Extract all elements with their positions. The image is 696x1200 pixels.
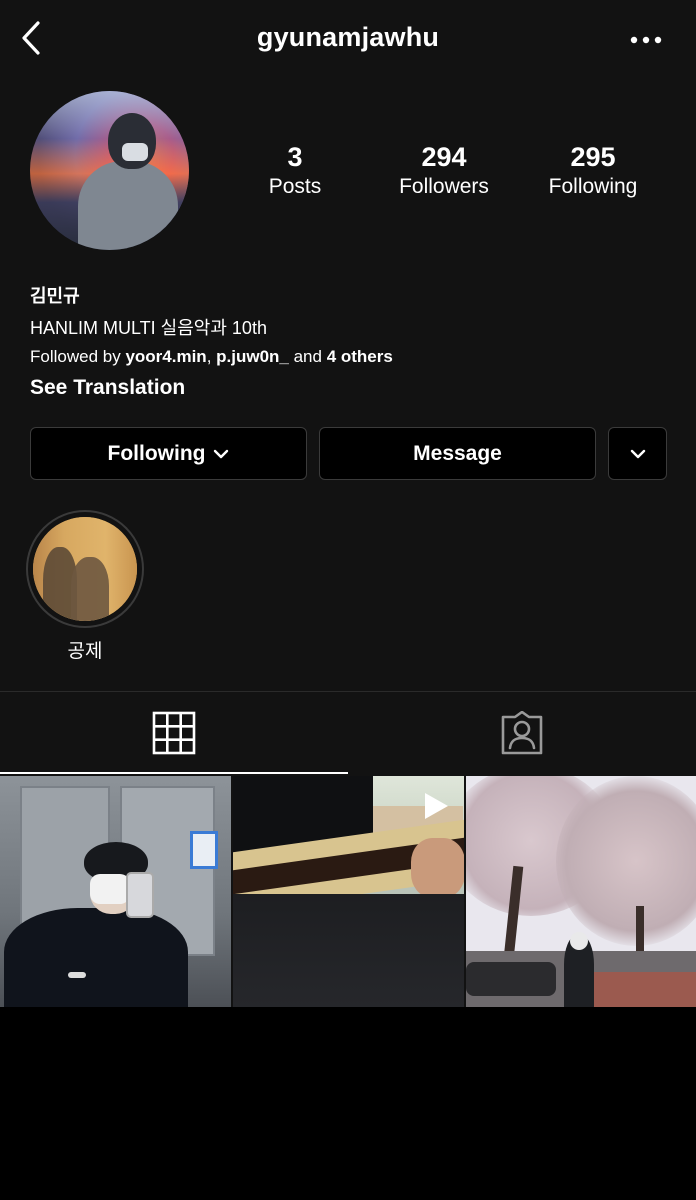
followed-by[interactable]: Followed by yoor4.min, p.juw0n_ and 4 ot…	[30, 345, 670, 369]
followed-by-prefix: Followed by	[30, 347, 126, 366]
followers-stat[interactable]: 294 Followers	[369, 141, 519, 201]
suggested-accounts-button[interactable]	[608, 427, 667, 480]
bio-text: HANLIM MULTI 실음악과 10th	[30, 318, 267, 338]
video-icon	[425, 793, 448, 819]
profile-bio: 김민규 HANLIM MULTI 실음악과 10th Followed by y…	[30, 284, 670, 402]
active-tab-indicator	[0, 772, 348, 774]
post-thumbnail[interactable]	[0, 776, 231, 1007]
profile-stats: 3 Posts 294 Followers 295 Following	[220, 141, 666, 205]
profile-tabs	[0, 692, 696, 774]
profile-avatar[interactable]	[30, 91, 189, 250]
tab-posts-grid[interactable]	[0, 692, 348, 774]
message-button-label: Message	[413, 441, 502, 465]
see-translation-link[interactable]: See Translation	[30, 374, 670, 402]
highlight-label: 공제	[67, 641, 103, 662]
posts-count: 3	[287, 142, 303, 172]
screen-bottom-area	[0, 1007, 696, 1200]
posts-stat[interactable]: 3 Posts	[220, 141, 370, 201]
post-thumbnail[interactable]	[466, 776, 696, 1007]
display-name: 김민규	[30, 286, 80, 306]
following-button[interactable]: Following	[30, 427, 307, 480]
chevron-down-icon	[214, 449, 229, 458]
following-stat[interactable]: 295 Following	[518, 141, 668, 201]
profile-actions: Following Message	[30, 427, 667, 480]
grid-icon	[152, 711, 196, 755]
more-options-button[interactable]	[626, 30, 666, 50]
followers-label: Followers	[399, 175, 489, 198]
highlight-cover	[33, 517, 137, 621]
profile-screen: gyunamjawhu 3 Posts 294 Followers 295 Fo…	[0, 0, 696, 1007]
story-highlight[interactable]: 공제	[26, 510, 144, 663]
profile-username: gyunamjawhu	[256, 22, 440, 52]
posts-label: Posts	[268, 175, 322, 198]
following-button-label: Following	[107, 441, 206, 465]
followed-by-comma: ,	[206, 347, 217, 366]
following-label: Following	[548, 175, 638, 198]
highlight-ring	[26, 510, 144, 628]
tagged-person-icon	[501, 711, 543, 755]
post-thumbnail[interactable]	[233, 776, 464, 1007]
message-button[interactable]: Message	[319, 427, 596, 480]
followers-count: 294	[421, 142, 467, 172]
mutual-follower-link[interactable]: p.juw0n_	[216, 347, 289, 366]
followed-by-and: and	[288, 347, 327, 366]
header: gyunamjawhu	[0, 0, 696, 84]
mutual-follower-link[interactable]: yoor4.min	[125, 347, 206, 366]
more-horizontal-icon	[630, 36, 662, 44]
following-count: 295	[570, 142, 616, 172]
others-link[interactable]: 4 others	[327, 347, 393, 366]
posts-grid	[0, 776, 696, 1007]
tab-tagged[interactable]	[348, 692, 696, 774]
chevron-down-icon	[630, 449, 645, 458]
